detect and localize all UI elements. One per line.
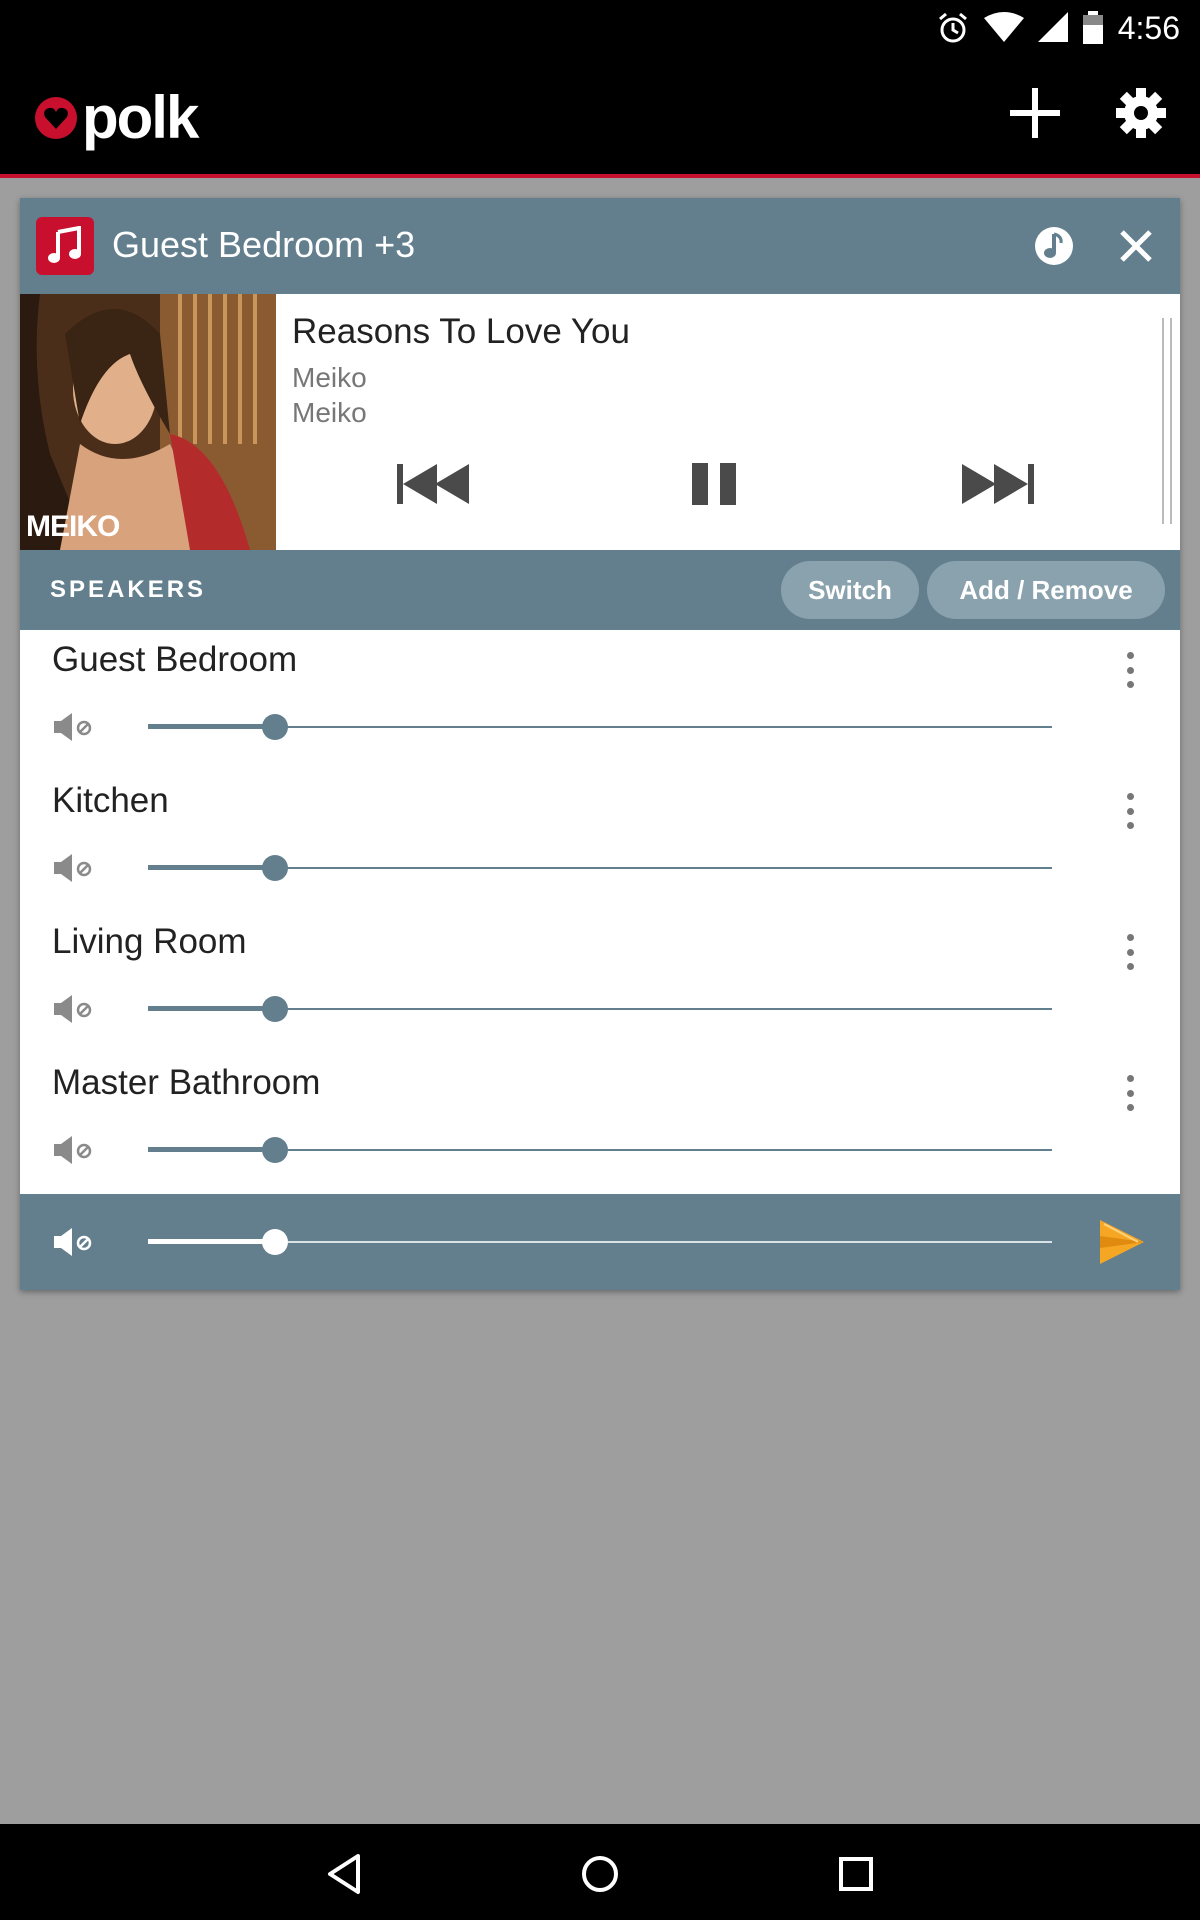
volume-slider-fill [148,865,275,870]
master-mute-toggle[interactable] [54,1226,94,1258]
speaker-name: Living Room [52,922,247,961]
volume-slider-knob[interactable] [261,855,288,881]
play-fi-icon [1100,1220,1144,1264]
zone-title[interactable]: Guest Bedroom +3 [112,220,415,270]
home-button[interactable] [572,1846,628,1902]
mute-toggle[interactable] [54,994,94,1024]
speaker-row: Kitchen [20,771,1180,912]
master-volume-slider[interactable] [148,1229,1052,1255]
close-button[interactable] [1114,224,1158,268]
volume-slider-knob[interactable] [261,996,288,1022]
track-album: Meiko [292,397,367,428]
add-button[interactable] [1006,84,1064,142]
muted-speaker-icon [54,713,92,741]
logo-text: polk [82,84,199,151]
switch-button[interactable]: Switch [781,561,919,619]
status-icons: 4:56 [936,8,1180,48]
master-volume-knob[interactable] [261,1229,288,1255]
muted-speaker-icon [54,854,92,882]
zone-header: Guest Bedroom +3 [20,198,1180,294]
app-bar: polk [0,56,1200,178]
music-note-icon [48,226,81,263]
music-circle-icon [1035,227,1073,265]
more-options-icon[interactable] [1126,1075,1134,1111]
speaker-name: Guest Bedroom [52,640,298,679]
settings-button[interactable] [1112,84,1170,142]
now-playing-panel: MEIKO Reasons To Love You Meiko Meiko [20,294,1180,550]
play-to-button[interactable] [1098,1216,1146,1268]
speaker-row: Living Room [20,912,1180,1053]
track-title: Reasons To Love You [292,312,630,351]
mute-toggle[interactable] [54,712,94,742]
more-options-icon[interactable] [1126,934,1134,970]
volume-slider[interactable] [148,1137,1052,1163]
next-button[interactable] [960,454,1040,514]
volume-slider-fill [148,1006,275,1011]
muted-speaker-icon [54,1136,92,1164]
volume-slider[interactable] [148,855,1052,881]
volume-slider-fill [148,724,275,729]
recents-button[interactable] [828,1846,884,1902]
pause-icon [692,463,736,505]
speaker-name: Master Bathroom [52,1063,321,1102]
next-icon [962,464,1034,504]
track-artist: Meiko [292,362,367,393]
volume-slider-knob[interactable] [261,1137,288,1163]
battery-icon [1082,11,1103,44]
speaker-name: Kitchen [52,781,169,820]
album-art-label: MEIKO [26,510,120,543]
settings-icon [1116,88,1166,138]
mute-toggle[interactable] [54,1135,94,1165]
speakers-label: SPEAKERS [50,576,207,603]
alarm-icon [938,12,967,43]
now-playing-button[interactable] [1032,224,1076,268]
source-button[interactable] [36,217,94,275]
volume-slider-fill [148,1147,275,1152]
volume-slider[interactable] [148,996,1052,1022]
master-volume-bar [20,1194,1180,1290]
polk-logo: polk [34,84,199,151]
pause-button[interactable] [685,454,745,514]
previous-button[interactable] [395,454,475,514]
muted-speaker-icon [54,1228,92,1256]
master-volume-fill [148,1239,275,1244]
speaker-row: Guest Bedroom [20,630,1180,771]
mute-toggle[interactable] [54,853,94,883]
more-options-icon[interactable] [1126,652,1134,688]
back-icon [328,1854,360,1894]
system-nav-bar [0,1824,1200,1920]
volume-slider-knob[interactable] [261,714,288,740]
cell-signal-icon [1037,12,1068,42]
recents-icon [839,1857,873,1891]
close-icon [1120,230,1152,262]
speaker-row: Master Bathroom [20,1053,1180,1194]
previous-icon [397,464,469,504]
wifi-icon [983,12,1024,42]
muted-speaker-icon [54,995,92,1023]
add-icon [1010,88,1060,138]
zone-card: Guest Bedroom +3 MEIKO Reasons To Love Y… [20,198,1180,1290]
status-bar: 4:56 [0,0,1200,56]
now-playing-scrollbar[interactable] [1162,318,1172,524]
add-remove-button[interactable]: Add / Remove [927,561,1165,619]
speaker-list: Guest Bedroom Kitchen Living Room Master… [20,630,1180,1194]
home-icon [582,1856,618,1892]
more-options-icon[interactable] [1126,793,1134,829]
back-button[interactable] [316,1846,372,1902]
heart-logo-icon [35,97,77,139]
clock: 4:56 [1117,9,1180,46]
album-art[interactable]: MEIKO [20,294,276,550]
speakers-header: SPEAKERS Switch Add / Remove [20,550,1180,630]
volume-slider[interactable] [148,714,1052,740]
